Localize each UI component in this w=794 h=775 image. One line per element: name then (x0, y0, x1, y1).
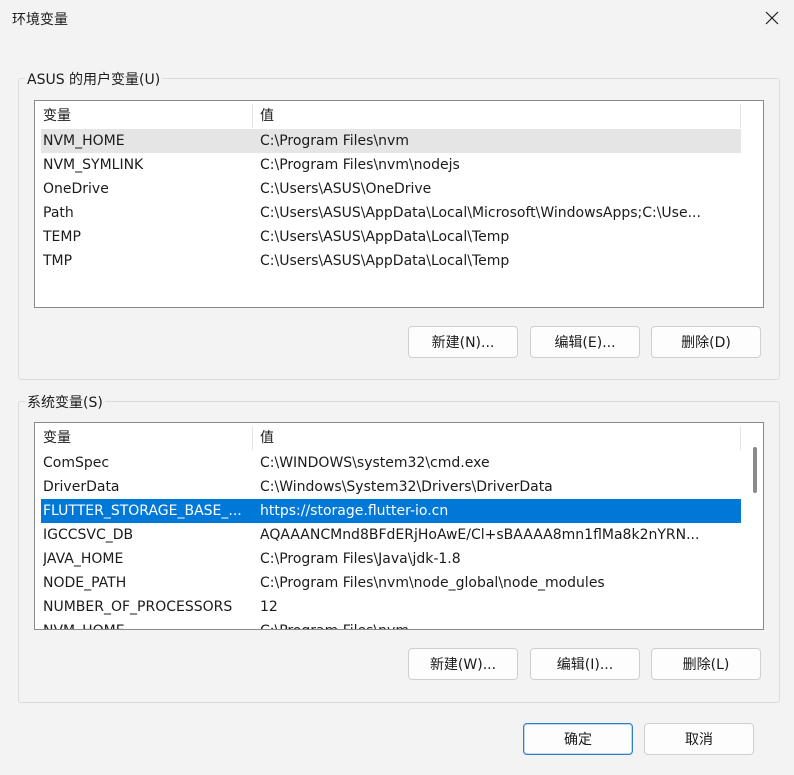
row-value: C:\Program Files\nvm\node_global\node_mo… (260, 575, 605, 591)
table-row[interactable]: OneDrive C:\Users\ASUS\OneDrive (41, 177, 741, 201)
table-row[interactable]: JAVA_HOME C:\Program Files\Java\jdk-1.8 (41, 547, 741, 571)
row-value: C:\Program Files\nvm\nodejs (260, 157, 460, 173)
user-delete-button[interactable]: 删除(D) (651, 326, 761, 358)
table-row[interactable]: Path C:\Users\ASUS\AppData\Local\Microso… (41, 201, 741, 225)
table-row[interactable]: NVM_HOME C:\Program Files\nvm (41, 129, 741, 153)
system-new-button[interactable]: 新建(W)... (408, 648, 518, 680)
list-header: 变量 值 (41, 104, 741, 128)
column-header-name[interactable]: 变量 (43, 104, 248, 128)
column-header-value[interactable]: 值 (260, 426, 735, 450)
table-row[interactable]: ComSpec C:\WINDOWS\system32\cmd.exe (41, 451, 741, 475)
row-value: C:\Users\ASUS\OneDrive (260, 181, 432, 197)
table-row-selected[interactable]: FLUTTER_STORAGE_BASE_... https://storage… (41, 499, 741, 523)
table-row[interactable]: NUMBER_OF_PROCESSORS 12 (41, 595, 741, 619)
system-edit-button[interactable]: 编辑(I)... (530, 648, 640, 680)
row-name: FLUTTER_STORAGE_BASE_... (43, 503, 242, 519)
vertical-scrollbar[interactable] (753, 447, 757, 493)
row-name: OneDrive (43, 181, 109, 197)
list-header: 变量 值 (41, 426, 741, 450)
table-row[interactable]: TMP C:\Users\ASUS\AppData\Local\Temp (41, 249, 741, 273)
table-row[interactable]: TEMP C:\Users\ASUS\AppData\Local\Temp (41, 225, 741, 249)
row-name: NVM_HOME (43, 619, 248, 629)
close-button[interactable] (758, 6, 786, 30)
row-value: C:\Program Files\nvm (260, 619, 735, 629)
system-variables-title: 系统变量(S) (25, 392, 105, 412)
table-row[interactable]: NVM_SYMLINK C:\Program Files\nvm\nodejs (41, 153, 741, 177)
row-value: C:\Users\ASUS\AppData\Local\Temp (260, 253, 510, 269)
row-value: 12 (260, 599, 278, 615)
row-value: C:\Users\ASUS\AppData\Local\Temp (260, 229, 510, 245)
cancel-button[interactable]: 取消 (644, 723, 754, 755)
user-variables-list[interactable]: 变量 值 NVM_HOME C:\Program Files\nvm NVM_S… (34, 100, 764, 308)
row-name: NUMBER_OF_PROCESSORS (43, 599, 233, 615)
row-value: https://storage.flutter-io.cn (260, 503, 449, 519)
row-value: C:\WINDOWS\system32\cmd.exe (260, 455, 490, 471)
row-name: Path (43, 205, 74, 221)
title-bar: 环境变量 (0, 0, 794, 36)
user-edit-button[interactable]: 编辑(E)... (530, 326, 640, 358)
row-value: C:\Program Files\Java\jdk-1.8 (260, 551, 461, 567)
window-title: 环境变量 (12, 12, 68, 28)
table-row[interactable]: NVM_HOME C:\Program Files\nvm (41, 619, 741, 629)
row-name: NVM_HOME (43, 133, 125, 149)
row-name: TEMP (43, 229, 81, 245)
table-row[interactable]: NODE_PATH C:\Program Files\nvm\node_glob… (41, 571, 741, 595)
row-name: NODE_PATH (43, 575, 127, 591)
row-name: NVM_SYMLINK (43, 157, 144, 173)
row-value: C:\Program Files\nvm (260, 133, 409, 149)
ok-button[interactable]: 确定 (523, 723, 633, 755)
row-name: IGCCSVC_DB (43, 527, 134, 543)
row-name: ComSpec (43, 455, 110, 471)
row-name: DriverData (43, 479, 120, 495)
column-header-name[interactable]: 变量 (43, 426, 248, 450)
table-row[interactable]: IGCCSVC_DB AQAAANCMnd8BFdERjHoAwE/Cl+sBA… (41, 523, 741, 547)
row-name: JAVA_HOME (43, 551, 124, 567)
column-header-value[interactable]: 值 (260, 104, 735, 128)
user-new-button[interactable]: 新建(N)... (408, 326, 518, 358)
close-icon (765, 11, 779, 25)
row-value: C:\Windows\System32\Drivers\DriverData (260, 479, 553, 495)
row-name: TMP (43, 253, 73, 269)
user-variables-title: ASUS 的用户变量(U) (25, 69, 163, 89)
table-row[interactable]: DriverData C:\Windows\System32\Drivers\D… (41, 475, 741, 499)
row-value: C:\Users\ASUS\AppData\Local\Microsoft\Wi… (260, 205, 701, 221)
row-value: AQAAANCMnd8BFdERjHoAwE/Cl+sBAAAA8mn1flMa… (260, 527, 700, 543)
system-variables-list[interactable]: 变量 值 ComSpec C:\WINDOWS\system32\cmd.exe… (34, 422, 764, 630)
system-delete-button[interactable]: 删除(L) (651, 648, 761, 680)
